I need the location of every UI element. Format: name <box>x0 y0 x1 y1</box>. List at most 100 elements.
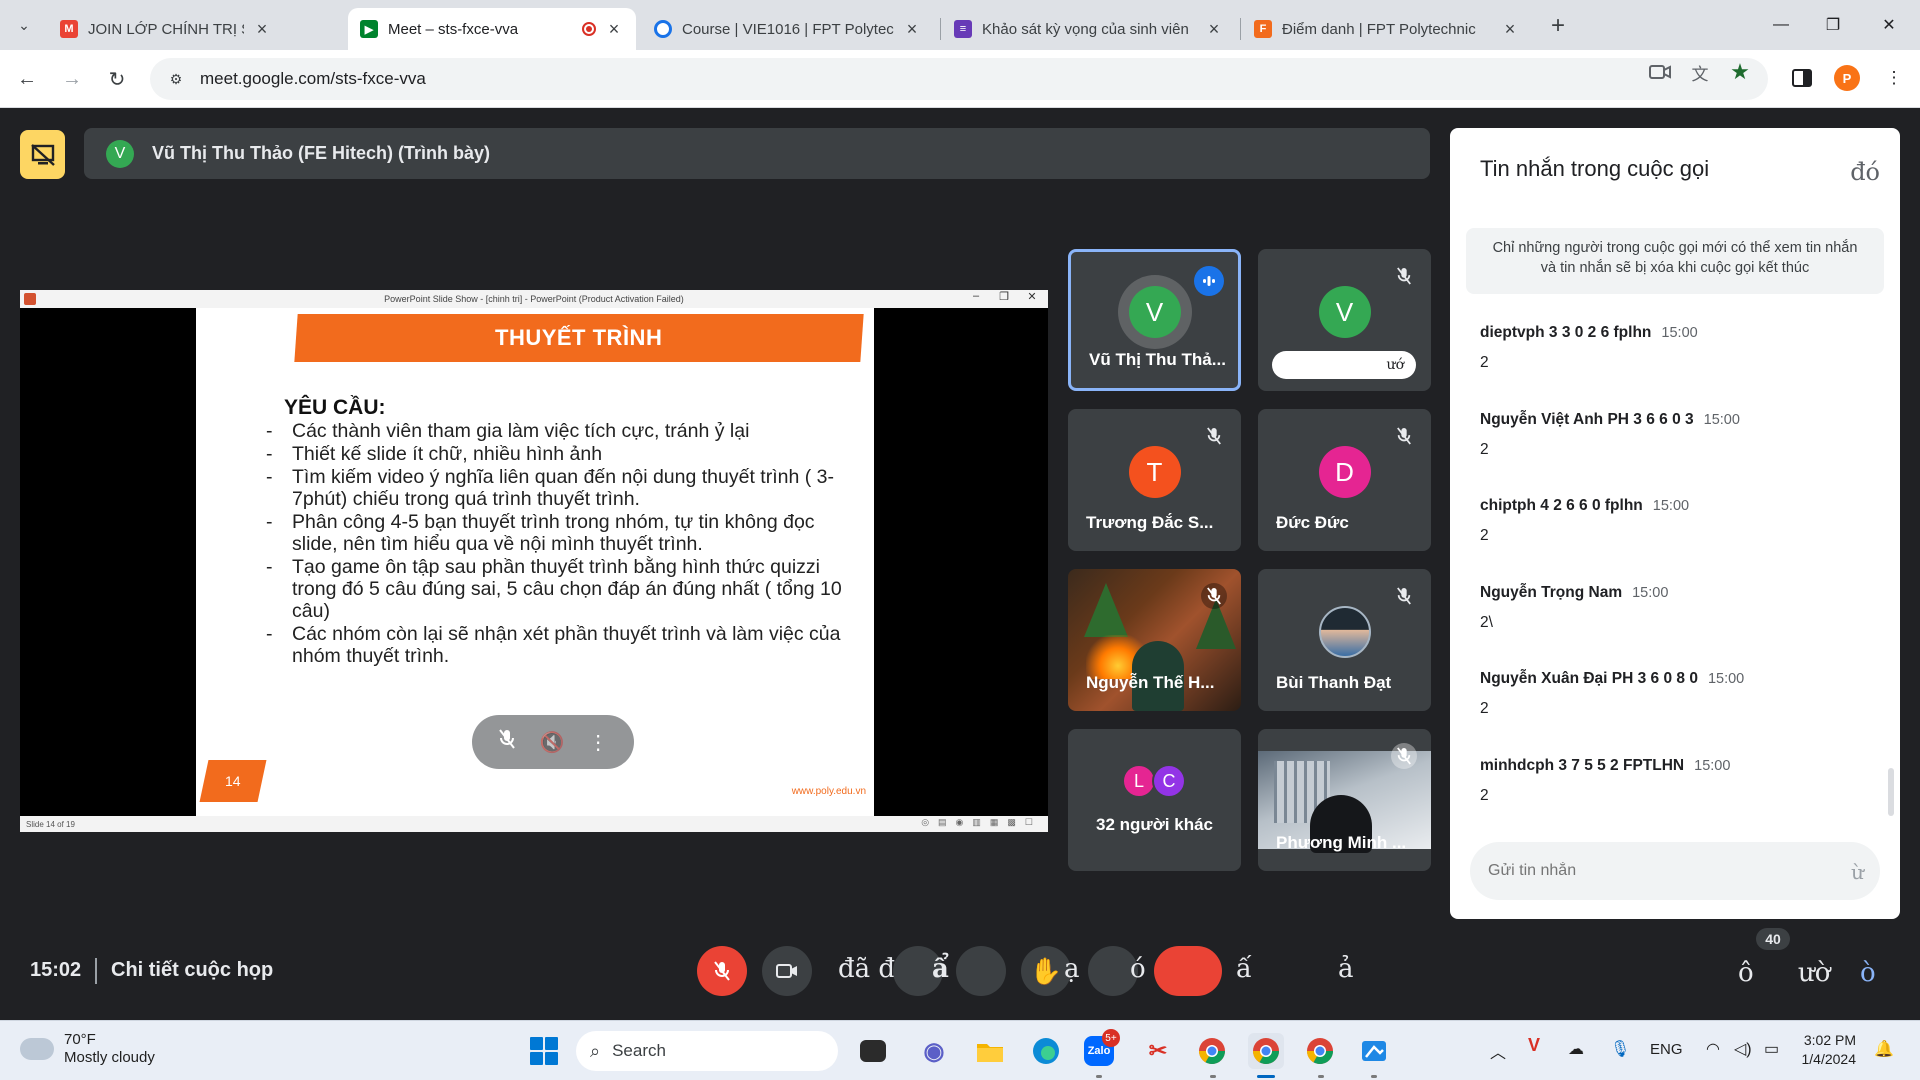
url-text[interactable]: meet.google.com/sts-fxce-vva <box>200 69 426 89</box>
participant-tile[interactable]: V Vũ Thị Thu Thả... <box>1068 249 1241 391</box>
mic-off-icon[interactable] <box>498 728 516 756</box>
tab-meet[interactable]: ▶ Meet – sts-fxce-vva × <box>348 8 636 50</box>
chat-scrollbar[interactable] <box>1888 768 1894 816</box>
edge-icon[interactable] <box>1028 1033 1064 1069</box>
tab-close-icon[interactable]: × <box>1204 19 1224 39</box>
minimize-icon[interactable]: — <box>1758 10 1804 40</box>
message-time: 15:00 <box>1707 671 1745 687</box>
leave-call-button[interactable] <box>1154 946 1222 996</box>
restore-icon[interactable]: ❐ <box>1810 10 1856 40</box>
teams-chat-icon[interactable]: ◉ <box>916 1033 952 1069</box>
participant-tile[interactable]: T Trương Đắc S... <box>1068 409 1241 551</box>
tab-separator <box>940 18 941 40</box>
chat-input-box[interactable]: ừ <box>1470 842 1880 900</box>
network-off-icon[interactable]: ☁ <box>1568 1039 1584 1059</box>
participant-name: Vũ Thị Thu Thả... <box>1089 350 1226 369</box>
notification-bell-icon[interactable]: 🔔 <box>1874 1039 1894 1059</box>
tab-close-icon[interactable]: × <box>902 19 922 39</box>
chat-button[interactable]: ò <box>1860 958 1876 988</box>
task-view-icon[interactable] <box>860 1040 886 1062</box>
presentation-icon[interactable] <box>20 130 65 179</box>
participant-tile[interactable]: Phương Minh ... <box>1258 729 1431 871</box>
camera-toggle-button[interactable] <box>762 946 812 996</box>
antivirus-icon[interactable]: V <box>1528 1035 1540 1056</box>
tab-search-chevron-icon[interactable]: ⌄ <box>10 12 38 38</box>
chat-panel: Tin nhắn trong cuộc gọi đó Chỉ những ngư… <box>1450 128 1900 919</box>
mic-toggle-button[interactable] <box>697 946 747 996</box>
participant-name: Bùi Thanh Đạt <box>1276 673 1392 692</box>
tab-course[interactable]: Course | VIE1016 | FPT Polytech × <box>642 8 934 50</box>
participant-name-pill: ướ <box>1272 351 1416 379</box>
snipping-tool-icon[interactable]: ✂ <box>1140 1033 1176 1069</box>
others-tile[interactable]: L C 32 người khác <box>1068 729 1241 871</box>
microphone-icon[interactable]: 🎙 <box>1610 1039 1630 1059</box>
site-info-icon[interactable]: ⚙ <box>162 65 190 93</box>
more-vert-icon[interactable]: ⋮ <box>588 730 608 755</box>
profile-avatar[interactable]: P <box>1834 65 1860 91</box>
tab-forms[interactable]: ≡ Khảo sát kỳ vọng của sinh viên × <box>942 8 1236 50</box>
activities-button[interactable]: ả <box>1338 954 1354 984</box>
volume-icon[interactable]: ◁) <box>1734 1039 1752 1059</box>
slide-bullet: Các nhóm còn lại sẽ nhận xét phần thuyết… <box>266 623 856 667</box>
tab-close-icon[interactable]: × <box>252 19 272 39</box>
show-hidden-icons[interactable]: ︿ <box>1490 1039 1506 1063</box>
back-icon[interactable]: ← <box>12 64 42 94</box>
weather-widget[interactable]: 70°F Mostly cloudy <box>20 1030 155 1067</box>
weather-temperature: 70°F <box>64 1031 96 1048</box>
meeting-info-button[interactable]: ô <box>1738 958 1754 988</box>
chrome-icon[interactable] <box>1194 1033 1230 1069</box>
others-count-label: 32 người khác <box>1096 815 1213 834</box>
tab-gmail[interactable]: M JOIN LỚP CHÍNH TRỊ SPRING 2( × <box>48 8 284 50</box>
app-running-indicator <box>1096 1075 1102 1078</box>
message-sender: Nguyễn Xuân Đại PH 3 6 0 8 0 <box>1480 670 1698 687</box>
tab-close-icon[interactable]: × <box>1500 19 1520 39</box>
gmail-icon: M <box>60 20 78 38</box>
presenter-avatar: V <box>106 139 134 168</box>
system-time: 3:02 PM <box>1803 1032 1856 1048</box>
meeting-details-link[interactable]: Chi tiết cuộc họp <box>111 959 273 982</box>
powerpoint-icon <box>24 293 36 305</box>
participant-tile[interactable]: Bùi Thanh Đạt <box>1258 569 1431 711</box>
new-tab-button[interactable]: + <box>1544 12 1572 40</box>
present-button[interactable] <box>956 946 1006 996</box>
volume-off-icon[interactable]: 🔇 <box>540 730 565 755</box>
tab-close-icon[interactable]: × <box>604 19 624 39</box>
address-bar[interactable]: ⚙ meet.google.com/sts-fxce-vva <box>150 58 1768 100</box>
chrome-profile-icon[interactable] <box>1248 1033 1284 1069</box>
language-indicator[interactable]: ENG <box>1650 1041 1683 1058</box>
file-explorer-icon[interactable] <box>972 1033 1008 1069</box>
message-time: 15:00 <box>1703 412 1740 428</box>
people-button[interactable]: ườ <box>1798 958 1830 988</box>
participant-tile[interactable]: V ướ <box>1258 249 1431 391</box>
participant-tile[interactable]: D Đức Đức <box>1258 409 1431 551</box>
translate-icon[interactable]: 文 <box>1686 58 1714 86</box>
taskbar-search-box[interactable]: ⌕ Search <box>576 1031 838 1071</box>
send-icon[interactable]: ừ <box>1851 860 1864 884</box>
system-clock[interactable]: 3:02 PM 1/4/2024 <box>1776 1031 1857 1069</box>
windows-start-icon[interactable] <box>530 1037 558 1065</box>
tab-diem-danh[interactable]: F Điểm danh | FPT Polytechnic × <box>1242 8 1532 50</box>
browser-menu-icon[interactable]: ⋮ <box>1880 64 1908 92</box>
participant-tile[interactable]: Nguyễn Thế H... <box>1068 569 1241 711</box>
forward-icon[interactable]: → <box>57 64 87 94</box>
divider <box>95 958 97 984</box>
chrome-alt-icon[interactable] <box>1302 1033 1338 1069</box>
side-panel-icon[interactable] <box>1788 64 1816 92</box>
mic-off-icon <box>1391 583 1417 609</box>
wifi-icon[interactable]: ◠ <box>1706 1039 1720 1059</box>
paint-icon[interactable] <box>1356 1033 1392 1069</box>
reload-icon[interactable]: ↻ <box>102 64 132 94</box>
pp-restore-icon: ❐ <box>999 291 1009 303</box>
bookmark-star-icon[interactable]: ★ <box>1726 58 1754 86</box>
effects-button[interactable]: ẩ <box>932 954 949 984</box>
camera-in-use-icon[interactable] <box>1646 58 1674 86</box>
chat-message: Nguyễn Việt Anh PH 3 6 6 0 3 15:00 2 <box>1480 411 1870 459</box>
chat-close-icon[interactable]: đó <box>1850 158 1880 186</box>
fpt-icon: F <box>1254 20 1272 38</box>
pp-minimize-icon: – <box>972 290 980 302</box>
message-text: 2 <box>1480 787 1489 804</box>
shared-screen[interactable]: PowerPoint Slide Show - [chinh tri] - Po… <box>20 290 1048 832</box>
close-window-icon[interactable]: ✕ <box>1866 10 1912 40</box>
chat-message-input[interactable] <box>1488 862 1818 880</box>
mic-off-icon <box>1391 743 1417 769</box>
